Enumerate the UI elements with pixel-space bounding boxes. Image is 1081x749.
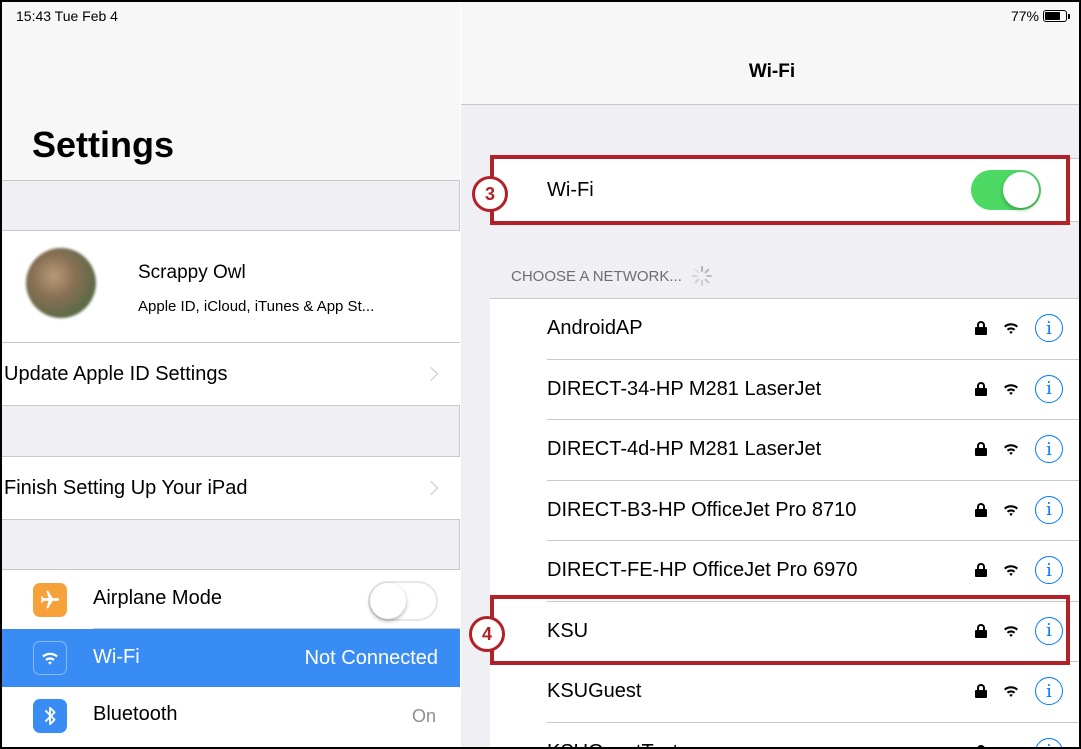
network-list: AndroidAP i DIRECT-34-HP M281 LaserJet i DIR… <box>490 298 1079 748</box>
sidebar-item-bluetooth[interactable]: Bluetooth On <box>2 689 460 743</box>
info-icon[interactable]: i <box>1035 435 1063 463</box>
network-row[interactable]: DIRECT-B3-HP OfficeJet Pro 8710 i <box>490 481 1079 541</box>
profile-subtitle: Apple ID, iCloud, iTunes & App St... <box>138 298 375 315</box>
sidebar-header: Settings <box>2 2 460 181</box>
network-row[interactable]: KSUGuestTest i <box>490 723 1079 748</box>
status-bar: 15:43 Tue Feb 4 77% <box>2 2 1079 28</box>
network-status-icons: i <box>975 435 1063 463</box>
network-status-icons: i <box>975 737 1063 747</box>
update-apple-id-label: Update Apple ID Settings <box>4 363 228 385</box>
network-status-icons: i <box>975 677 1063 705</box>
lock-icon <box>975 321 987 335</box>
wifi-status-value: Not Connected <box>304 647 438 669</box>
lock-icon <box>975 563 987 577</box>
nav-title: Wi-Fi <box>748 61 796 82</box>
settings-sidebar: Settings Scrappy Owl Apple ID, iCloud, i… <box>2 2 460 747</box>
highlight-wifi-toggle <box>490 155 1070 225</box>
network-name: DIRECT-FE-HP OfficeJet Pro 6970 <box>547 559 858 581</box>
network-name: AndroidAP <box>547 317 643 339</box>
sidebar-item-wifi[interactable]: Wi-Fi Not Connected <box>2 629 460 687</box>
wifi-icon <box>33 641 67 675</box>
lock-icon <box>975 744 987 747</box>
bluetooth-icon <box>33 699 67 733</box>
toggle-knob <box>370 583 406 619</box>
network-status-icons: i <box>975 374 1063 403</box>
network-name: DIRECT-4d-HP M281 LaserJet <box>547 438 822 460</box>
sidebar-item-label: Bluetooth <box>93 703 178 725</box>
info-icon[interactable]: i <box>1035 495 1063 524</box>
highlight-ksu-network <box>490 595 1070 665</box>
step-4-badge: 4 <box>469 616 505 652</box>
wifi-signal-icon <box>1004 504 1018 516</box>
lock-icon <box>975 381 987 396</box>
section-header-label: CHOOSE A NETWORK... <box>511 267 682 285</box>
apple-id-group: Scrappy Owl Apple ID, iCloud, iTunes & A… <box>2 230 460 406</box>
network-row[interactable]: DIRECT-34-HP M281 LaserJet i <box>490 360 1079 420</box>
network-status-icons: i <box>975 495 1063 524</box>
info-icon[interactable]: i <box>1035 677 1063 705</box>
avatar <box>26 248 96 318</box>
network-row[interactable]: DIRECT-4d-HP M281 LaserJet i <box>490 420 1079 481</box>
network-name: DIRECT-34-HP M281 LaserJet <box>547 377 822 400</box>
sidebar-item-label: Airplane Mode <box>93 587 222 609</box>
wifi-signal-icon <box>1004 565 1018 576</box>
settings-list: Airplane Mode Wi-Fi Not Connected Blueto… <box>2 569 460 747</box>
info-icon[interactable]: i <box>1035 737 1063 747</box>
apple-id-row[interactable]: Scrappy Owl Apple ID, iCloud, iTunes & A… <box>2 231 460 342</box>
airplane-icon <box>33 583 67 617</box>
network-status-icons: i <box>975 314 1063 342</box>
network-row[interactable]: DIRECT-FE-HP OfficeJet Pro 6970 i <box>490 541 1079 602</box>
sidebar-item-airplane-mode[interactable]: Airplane Mode <box>2 573 460 627</box>
chevron-right-icon <box>423 366 439 382</box>
battery-indicator: 77% <box>1010 8 1070 24</box>
sidebar-item-label: Wi-Fi <box>93 646 140 668</box>
lock-icon <box>975 442 987 456</box>
wifi-signal-icon <box>1004 383 1018 395</box>
airplane-mode-toggle[interactable] <box>368 581 438 621</box>
network-row[interactable]: AndroidAP i <box>490 299 1079 360</box>
bluetooth-status-value: On <box>411 706 436 726</box>
loading-spinner-icon <box>691 266 712 286</box>
wifi-signal-icon <box>1004 323 1018 334</box>
update-apple-id-row[interactable]: Update Apple ID Settings <box>2 343 460 406</box>
network-row[interactable]: KSUGuest i <box>490 662 1079 723</box>
lock-icon <box>975 502 987 517</box>
profile-name: Scrappy Owl <box>138 262 246 283</box>
page-title: Settings <box>32 124 175 165</box>
info-icon[interactable]: i <box>1035 374 1063 403</box>
network-name: KSUGuest <box>547 680 642 702</box>
wifi-signal-icon <box>1009 746 1013 747</box>
finish-setup-label: Finish Setting Up Your iPad <box>4 477 248 499</box>
network-status-icons: i <box>975 556 1063 584</box>
step-3-badge: 3 <box>472 176 508 212</box>
ipad-screen: Settings Scrappy Owl Apple ID, iCloud, i… <box>0 0 1081 749</box>
network-name: DIRECT-B3-HP OfficeJet Pro 8710 <box>547 498 857 521</box>
finish-setup-row[interactable]: Finish Setting Up Your iPad <box>2 456 460 520</box>
lock-icon <box>975 684 987 698</box>
choose-network-header: CHOOSE A NETWORK... <box>511 266 712 286</box>
info-icon[interactable]: i <box>1035 556 1063 584</box>
chevron-right-icon <box>423 480 439 496</box>
wifi-signal-icon <box>1004 444 1018 455</box>
wifi-signal-icon <box>1004 686 1018 697</box>
status-time: 15:43 Tue Feb 4 <box>16 8 118 24</box>
network-name: KSUGuestTest <box>547 741 678 748</box>
battery-icon <box>1043 10 1070 22</box>
battery-percentage: 77% <box>1010 8 1039 24</box>
info-icon[interactable]: i <box>1035 314 1063 342</box>
